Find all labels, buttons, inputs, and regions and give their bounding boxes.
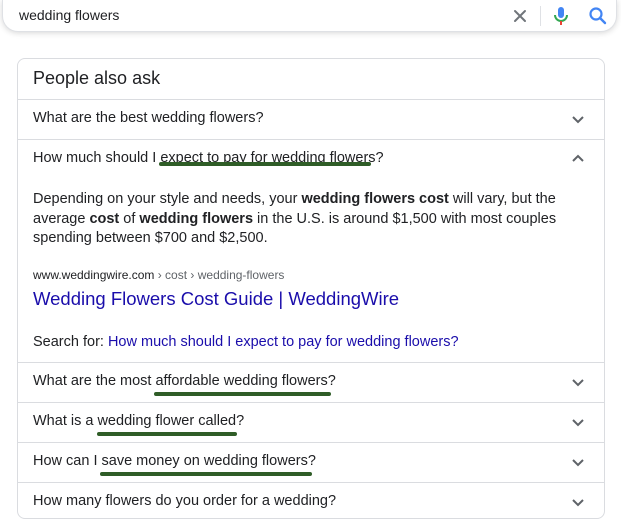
- search-for-link[interactable]: How much should I expect to pay for wedd…: [108, 334, 459, 350]
- microphone-icon[interactable]: [550, 4, 572, 28]
- question-text: How can I save money on wedding flowers?: [33, 453, 316, 469]
- people-also-ask-title: People also ask: [33, 68, 161, 88]
- chevron-down-icon: [572, 419, 584, 427]
- question-row[interactable]: How can I save money on wedding flowers?: [18, 442, 604, 482]
- highlight-underline: [159, 162, 371, 166]
- answer-snippet: Depending on your style and needs, your …: [33, 191, 557, 246]
- chevron-down-icon: [572, 459, 584, 467]
- question-row[interactable]: What are the best wedding flowers?: [18, 99, 604, 139]
- question-text: How many flowers do you order for a wedd…: [33, 493, 337, 509]
- result-title-link[interactable]: Wedding Flowers Cost Guide | WeddingWire: [33, 288, 399, 310]
- question-text: What are the best wedding flowers?: [33, 110, 264, 126]
- search-bar[interactable]: wedding flowers: [2, 0, 617, 32]
- source-domain: www.weddingwire.com: [33, 268, 155, 282]
- search-for-line: Search for: How much should I expect to …: [33, 334, 459, 350]
- chevron-down-icon: [572, 379, 584, 387]
- source-path: › cost › wedding-flowers: [154, 268, 285, 282]
- close-icon[interactable]: [510, 6, 530, 26]
- question-row[interactable]: What is a wedding flower called?: [18, 402, 604, 442]
- highlight-underline: [97, 432, 237, 436]
- search-for-label: Search for:: [33, 334, 108, 350]
- people-also-ask-panel: People also ask What are the best weddin…: [17, 58, 605, 519]
- chevron-up-icon: [572, 154, 584, 162]
- search-icon[interactable]: [587, 5, 609, 27]
- question-text: What is a wedding flower called?: [33, 413, 245, 429]
- search-input[interactable]: wedding flowers: [19, 7, 119, 23]
- question-row[interactable]: How many flowers do you order for a wedd…: [18, 482, 604, 519]
- chevron-down-icon: [572, 499, 584, 507]
- question-row[interactable]: What are the most affordable wedding flo…: [18, 362, 604, 402]
- chevron-down-icon: [572, 116, 584, 124]
- highlight-underline: [100, 472, 312, 476]
- source-citation: www.weddingwire.com › cost › wedding-flo…: [33, 268, 284, 282]
- search-bar-divider: [540, 6, 541, 26]
- highlight-underline: [154, 392, 331, 396]
- question-text: What are the most affordable wedding flo…: [33, 373, 336, 389]
- question-row-expanded[interactable]: How much should I expect to pay for wedd…: [18, 139, 604, 179]
